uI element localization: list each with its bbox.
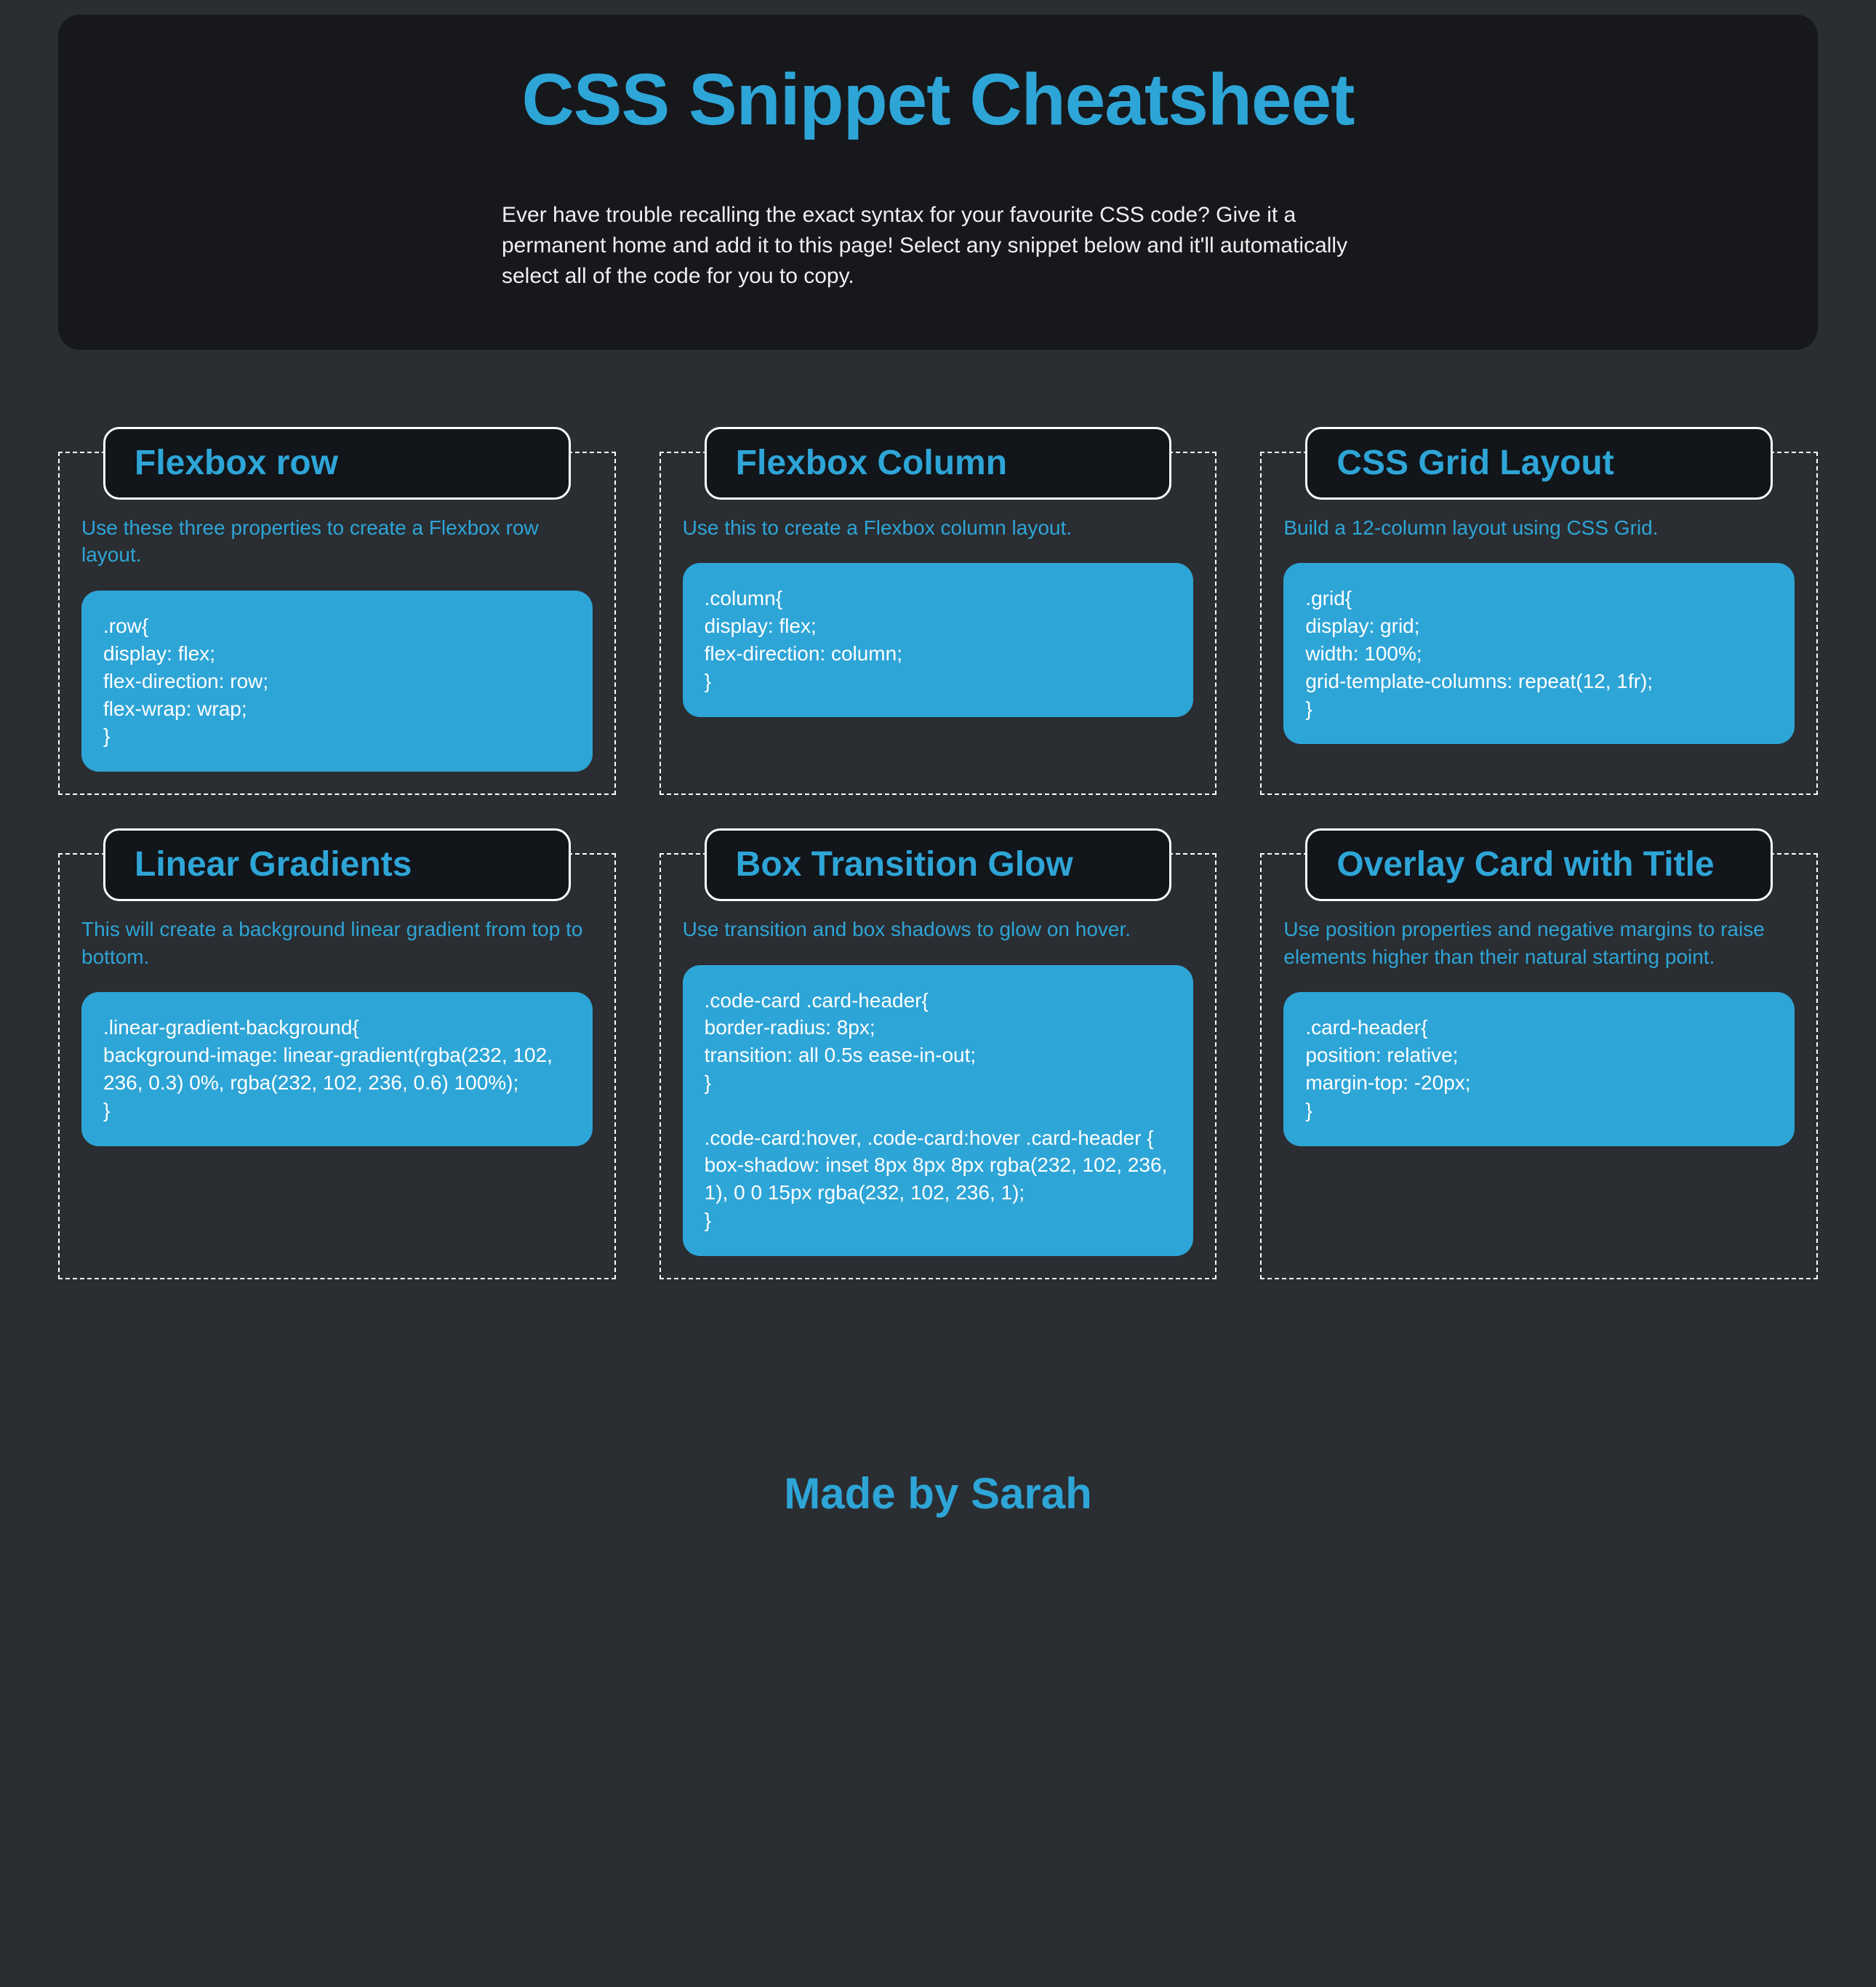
snippet-card-flexbox-row: Flexbox row Use these three properties t… xyxy=(58,452,616,795)
card-title: CSS Grid Layout xyxy=(1336,442,1741,484)
card-header: Overlay Card with Title xyxy=(1305,828,1773,901)
code-block[interactable]: .linear-gradient-background{ background-… xyxy=(81,992,593,1146)
code-block[interactable]: .column{ display: flex; flex-direction: … xyxy=(683,563,1194,716)
page-title: CSS Snippet Cheatsheet xyxy=(102,58,1774,142)
code-block[interactable]: .code-card .card-header{ border-radius: … xyxy=(683,965,1194,1256)
card-title: Overlay Card with Title xyxy=(1336,844,1741,886)
card-description: Use this to create a Flexbox column layo… xyxy=(683,514,1194,542)
cards-grid: Flexbox row Use these three properties t… xyxy=(58,452,1818,1279)
card-title: Box Transition Glow xyxy=(736,844,1141,886)
page-root: CSS Snippet Cheatsheet Ever have trouble… xyxy=(0,0,1876,1591)
card-header: Box Transition Glow xyxy=(705,828,1172,901)
card-header: Flexbox row xyxy=(103,427,571,500)
snippet-card-flexbox-column: Flexbox Column Use this to create a Flex… xyxy=(660,452,1217,795)
code-block[interactable]: .card-header{ position: relative; margin… xyxy=(1283,992,1795,1146)
card-title: Linear Gradients xyxy=(135,844,540,886)
page-subtitle: Ever have trouble recalling the exact sy… xyxy=(356,200,1520,292)
snippet-card-css-grid: CSS Grid Layout Build a 12-column layout… xyxy=(1260,452,1818,795)
card-title: Flexbox Column xyxy=(736,442,1141,484)
card-description: Build a 12-column layout using CSS Grid. xyxy=(1283,514,1795,542)
card-description: This will create a background linear gra… xyxy=(81,916,593,971)
card-description: Use these three properties to create a F… xyxy=(81,514,593,569)
snippet-card-linear-gradients: Linear Gradients This will create a back… xyxy=(58,853,616,1279)
card-header: Linear Gradients xyxy=(103,828,571,901)
footer-credit: Made by Sarah xyxy=(58,1468,1818,1591)
snippet-card-overlay-card: Overlay Card with Title Use position pro… xyxy=(1260,853,1818,1279)
code-block[interactable]: .grid{ display: grid; width: 100%; grid-… xyxy=(1283,563,1795,744)
card-header: Flexbox Column xyxy=(705,427,1172,500)
card-header: CSS Grid Layout xyxy=(1305,427,1773,500)
code-block[interactable]: .row{ display: flex; flex-direction: row… xyxy=(81,591,593,772)
card-title: Flexbox row xyxy=(135,442,540,484)
snippet-card-box-transition-glow: Box Transition Glow Use transition and b… xyxy=(660,853,1217,1279)
header-box: CSS Snippet Cheatsheet Ever have trouble… xyxy=(58,15,1818,350)
card-description: Use transition and box shadows to glow o… xyxy=(683,916,1194,943)
card-description: Use position properties and negative mar… xyxy=(1283,916,1795,971)
